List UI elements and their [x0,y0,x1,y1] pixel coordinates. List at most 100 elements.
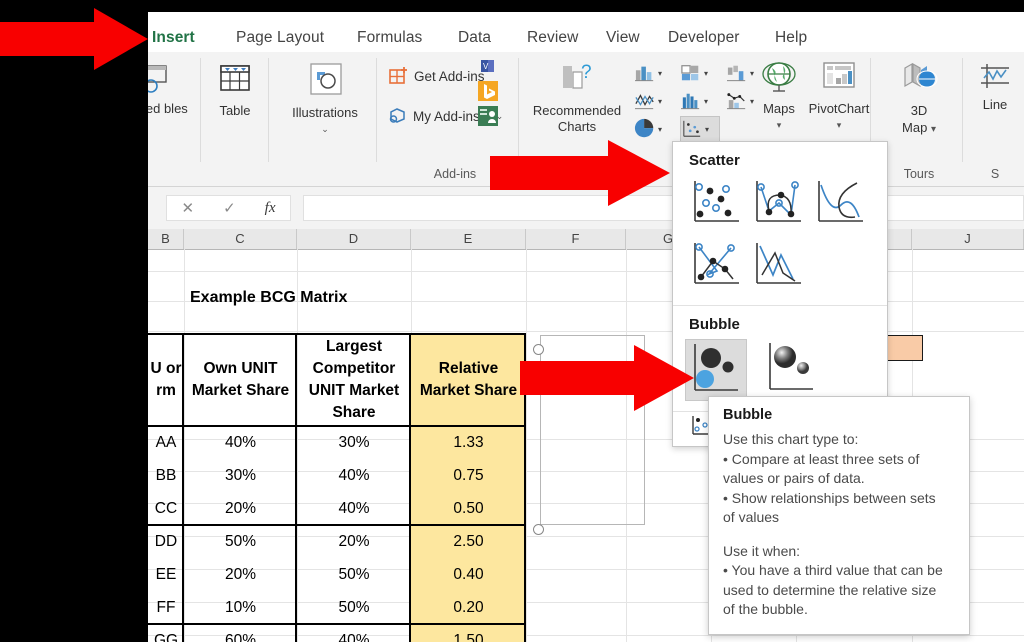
pie-doughnut-chart-icon [634,118,656,140]
table-cell-competitor[interactable]: 30% [297,426,411,459]
hierarchy-chart-icon [680,63,702,83]
group-separator-1 [200,58,201,162]
name-box[interactable] [148,195,156,221]
table-cell-competitor[interactable]: 50% [297,591,411,624]
chevron-down-icon[interactable]: ⌄ [321,124,329,134]
tooltip-line: values or pairs of data. [723,469,955,489]
table-cell-competitor[interactable]: 50% [297,558,411,591]
sparkline-line-button[interactable]: Line [966,62,1024,112]
chevron-down-icon[interactable]: ▾ [705,125,709,134]
column-header-B[interactable]: B [148,229,184,249]
chart-button-hierarchy[interactable]: ▾ [680,60,720,86]
chevron-down-icon[interactable]: ▾ [658,125,662,134]
table-cell-own[interactable]: 20% [184,558,297,591]
gallery-item-scatter-straight-lines-markers[interactable] [685,237,747,295]
table-cell-own[interactable]: 40% [184,426,297,459]
chevron-down-icon[interactable]: ▾ [704,97,708,106]
chevron-down-icon[interactable]: ▾ [931,124,936,135]
table-header-competitor-share[interactable]: Largest Competitor UNIT Market Share [297,334,411,426]
bing-addin-icon[interactable] [478,81,498,101]
recommended-charts-button[interactable]: ? Recommended Charts [524,60,630,135]
chart-button-statistic[interactable]: ▾ [680,88,720,114]
column-header-J[interactable]: J [912,229,1024,249]
tab-page-layout[interactable]: Page Layout [236,29,324,47]
sheet-title-cell[interactable]: Example BCG Matrix [190,289,347,307]
my-add-ins-icon [388,106,410,126]
chevron-down-icon[interactable]: ▾ [837,120,842,130]
people-graph-addin-icon[interactable] [478,106,498,126]
arrow-pointing-to-insert-tab [0,8,150,70]
column-header-D[interactable]: D [297,229,411,249]
table-cell-relative[interactable]: 1.50 [411,624,526,642]
tab-formulas[interactable]: Formulas [357,29,422,47]
table-cell-relative[interactable]: 2.50 [411,525,526,558]
table-cell-own[interactable]: 30% [184,459,297,492]
table-cell-name[interactable]: AA [148,426,184,459]
tab-insert[interactable]: Insert [152,29,195,47]
table-cell-own[interactable]: 10% [184,591,297,624]
tooltip-line: • Compare at least three sets of [723,450,955,470]
gallery-item-scatter-straight-lines[interactable] [747,237,809,295]
table-cell-own[interactable]: 50% [184,525,297,558]
cancel-icon[interactable]: ✕ [182,199,195,217]
recommended-pivottables-button[interactable]: ended bles [148,62,204,116]
chart-button-pie-doughnut[interactable]: ▾ [634,116,674,142]
get-add-ins-icon [388,66,410,86]
table-cell-name[interactable]: GG [148,624,184,642]
gallery-item-scatter-markers-only[interactable] [685,175,747,233]
table-cell-competitor[interactable]: 40% [297,459,411,492]
tab-data[interactable]: Data [458,29,491,47]
scatter-smooth-lines-markers-icon [747,175,809,231]
table-cell-name[interactable]: CC [148,492,184,525]
table-cell-own[interactable]: 60% [184,624,297,642]
table-cell-relative[interactable]: 0.20 [411,591,526,624]
gallery-item-scatter-smooth-lines[interactable] [809,175,871,233]
table-cell-competitor[interactable]: 40% [297,624,411,642]
scatter-straight-lines-icon [747,237,809,293]
visio-addin-icon[interactable]: V [478,56,498,76]
table-header-relative-share[interactable]: Relative Market Share [411,334,526,426]
table-header-own-share[interactable]: Own UNIT Market Share [184,334,297,426]
pivotchart-button[interactable]: PivotChart ▾ [806,60,872,131]
chevron-down-icon[interactable]: ▾ [658,97,662,106]
ribbon-group-table: Table [204,52,266,186]
tab-view[interactable]: View [606,29,640,47]
chevron-down-icon[interactable]: ▾ [777,120,782,130]
table-cell-name[interactable]: FF [148,591,184,624]
table-button[interactable]: Table [204,62,266,118]
table-header-name[interactable]: U or rm [148,334,184,426]
tab-review[interactable]: Review [527,29,578,47]
table-cell-relative[interactable]: 0.75 [411,459,526,492]
maps-button[interactable]: Maps ▾ [752,60,806,131]
recommended-pivottables-label: ended bles [148,101,204,116]
column-header-C[interactable]: C [184,229,297,249]
table-cell-competitor[interactable]: 40% [297,492,411,525]
chart-button-column-bar[interactable]: ▾ [634,60,674,86]
table-cell-relative[interactable]: 0.50 [411,492,526,525]
insert-function-icon[interactable]: fx [265,200,276,217]
chevron-down-icon[interactable]: ▾ [658,69,662,78]
line-area-chart-icon [634,91,656,111]
table-cell-competitor[interactable]: 20% [297,525,411,558]
gallery-item-bubble-3d[interactable] [761,339,823,401]
tab-help[interactable]: Help [775,29,807,47]
chart-resize-handle-bottom-left[interactable] [533,524,544,535]
tab-developer[interactable]: Developer [668,29,740,47]
table-cell-name[interactable]: DD [148,525,184,558]
gallery-item-scatter-smooth-lines-markers[interactable] [747,175,809,233]
chart-button-line-area[interactable]: ▾ [634,88,674,114]
column-header-F[interactable]: F [526,229,626,249]
chart-button-scatter-bubble[interactable]: ▾ [680,116,720,142]
table-cell-name[interactable]: EE [148,558,184,591]
table-cell-relative[interactable]: 0.40 [411,558,526,591]
table-cell-name[interactable]: BB [148,459,184,492]
enter-icon[interactable]: ✓ [223,199,236,217]
tooltip-line: of values [723,508,955,528]
column-header-E[interactable]: E [411,229,526,249]
3d-map-button[interactable]: 3D Map ▾ [874,60,964,136]
table-cell-relative[interactable]: 1.33 [411,426,526,459]
table-cell-own[interactable]: 20% [184,492,297,525]
get-add-ins-button[interactable]: Get Add-ins [388,66,485,86]
illustrations-button[interactable]: Illustrations ⌄ [272,60,378,135]
chevron-down-icon[interactable]: ▾ [704,69,708,78]
